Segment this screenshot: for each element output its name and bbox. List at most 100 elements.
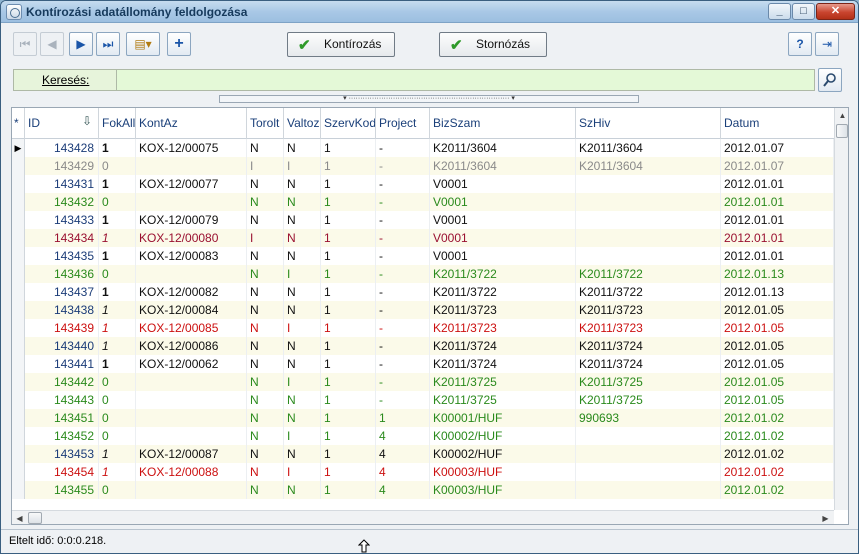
cell-szhiv[interactable]: K2011/3723 bbox=[576, 319, 721, 337]
cell-fokall[interactable]: 1 bbox=[99, 445, 136, 463]
cell-szervkod[interactable]: 1 bbox=[321, 193, 376, 211]
cell-project[interactable]: 4 bbox=[376, 445, 430, 463]
cell-fokall[interactable]: 0 bbox=[99, 427, 136, 445]
cell-project[interactable]: 1 bbox=[376, 409, 430, 427]
cell-id[interactable]: 143439 bbox=[25, 319, 99, 337]
cell-bizszam[interactable]: K00002/HUF bbox=[430, 427, 576, 445]
cell-szervkod[interactable]: 1 bbox=[321, 211, 376, 229]
cell-valtoz[interactable]: I bbox=[284, 157, 321, 175]
cell-project[interactable]: - bbox=[376, 139, 430, 157]
cell-project[interactable]: - bbox=[376, 355, 430, 373]
cell-bizszam[interactable]: V0001 bbox=[430, 175, 576, 193]
cell-szervkod[interactable]: 1 bbox=[321, 427, 376, 445]
table-row[interactable]: 143451 0 N N 1 1 K00001/HUF 990693 2012.01.02 bbox=[12, 409, 834, 427]
cell-szhiv[interactable]: K2011/3725 bbox=[576, 373, 721, 391]
cell-bizszam[interactable]: V0001 bbox=[430, 229, 576, 247]
row-selector[interactable] bbox=[12, 373, 25, 391]
cell-datum[interactable]: 2012.01.02 bbox=[721, 409, 834, 427]
cell-valtoz[interactable]: N bbox=[284, 175, 321, 193]
cell-szhiv[interactable]: K2011/3722 bbox=[576, 283, 721, 301]
cell-torolt[interactable]: I bbox=[247, 157, 284, 175]
cell-datum[interactable]: 2012.01.02 bbox=[721, 481, 834, 499]
row-selector[interactable] bbox=[12, 355, 25, 373]
cell-torolt[interactable]: I bbox=[247, 229, 284, 247]
cell-fokall[interactable]: 1 bbox=[99, 175, 136, 193]
cell-datum[interactable]: 2012.01.05 bbox=[721, 355, 834, 373]
first-record-button[interactable]: ⏮ bbox=[13, 32, 37, 56]
cell-valtoz[interactable]: N bbox=[284, 409, 321, 427]
cell-kontaz[interactable]: KOX-12/00062 bbox=[136, 355, 247, 373]
maximize-button[interactable]: □ bbox=[792, 3, 815, 20]
row-selector[interactable] bbox=[12, 229, 25, 247]
cell-fokall[interactable]: 0 bbox=[99, 391, 136, 409]
help-button[interactable]: ? bbox=[788, 32, 812, 56]
title-bar[interactable]: Kontírozási adatállomány feldolgozása _ … bbox=[1, 1, 858, 23]
cell-bizszam[interactable]: V0001 bbox=[430, 211, 576, 229]
cell-project[interactable]: - bbox=[376, 229, 430, 247]
cell-fokall[interactable]: 1 bbox=[99, 211, 136, 229]
table-row[interactable]: 143432 0 N N 1- V0001 2012.01.01 bbox=[12, 193, 834, 211]
cell-torolt[interactable]: N bbox=[247, 445, 284, 463]
cell-datum[interactable]: 2012.01.13 bbox=[721, 283, 834, 301]
cell-valtoz[interactable]: N bbox=[284, 247, 321, 265]
row-selector[interactable] bbox=[12, 193, 25, 211]
cell-fokall[interactable]: 0 bbox=[99, 481, 136, 499]
cell-project[interactable]: - bbox=[376, 319, 430, 337]
row-selector[interactable] bbox=[12, 283, 25, 301]
table-row[interactable]: 143434 1 KOX-12/00080 I N 1- V0001 2012.01.01 bbox=[12, 229, 834, 247]
cell-kontaz[interactable]: KOX-12/00088 bbox=[136, 463, 247, 481]
cell-valtoz[interactable]: N bbox=[284, 445, 321, 463]
cell-datum[interactable]: 2012.01.05 bbox=[721, 391, 834, 409]
cell-szhiv[interactable]: K2011/3723 bbox=[576, 301, 721, 319]
cell-szhiv[interactable]: 990693 bbox=[576, 409, 721, 427]
cell-kontaz[interactable]: KOX-12/00085 bbox=[136, 319, 247, 337]
cell-torolt[interactable]: N bbox=[247, 427, 284, 445]
column-header-torolt[interactable]: Torolt bbox=[247, 108, 284, 139]
table-row[interactable]: 143453 1 KOX-12/00087 N N 1 4 K00002/HUF 2012.01… bbox=[12, 445, 834, 463]
row-selector[interactable] bbox=[12, 211, 25, 229]
cell-bizszam[interactable]: K2011/3604 bbox=[430, 157, 576, 175]
cell-szhiv[interactable] bbox=[576, 211, 721, 229]
cell-torolt[interactable]: N bbox=[247, 481, 284, 499]
table-row[interactable]: ▶ 143428 1 KOX-12/00075 N N 1- K2011/3604 K2011/… bbox=[12, 139, 834, 157]
cell-valtoz[interactable]: I bbox=[284, 463, 321, 481]
row-selector[interactable] bbox=[12, 409, 25, 427]
row-selector[interactable] bbox=[12, 319, 25, 337]
cell-project[interactable]: - bbox=[376, 391, 430, 409]
cell-szervkod[interactable]: 1 bbox=[321, 391, 376, 409]
cell-datum[interactable]: 2012.01.07 bbox=[721, 157, 834, 175]
cell-kontaz[interactable] bbox=[136, 265, 247, 283]
cell-bizszam[interactable]: K00003/HUF bbox=[430, 481, 576, 499]
cell-bizszam[interactable]: K2011/3722 bbox=[430, 283, 576, 301]
cell-szhiv[interactable]: K2011/3725 bbox=[576, 391, 721, 409]
cell-datum[interactable]: 2012.01.01 bbox=[721, 247, 834, 265]
cell-project[interactable]: - bbox=[376, 265, 430, 283]
cell-szervkod[interactable]: 1 bbox=[321, 301, 376, 319]
row-selector[interactable] bbox=[12, 157, 25, 175]
cell-torolt[interactable]: N bbox=[247, 355, 284, 373]
kontirozas-button[interactable]: ✔ Kontírozás bbox=[287, 32, 395, 57]
cell-kontaz[interactable] bbox=[136, 373, 247, 391]
cell-datum[interactable]: 2012.01.05 bbox=[721, 337, 834, 355]
cell-fokall[interactable]: 1 bbox=[99, 463, 136, 481]
exit-button[interactable]: ⇥ bbox=[815, 32, 839, 56]
cell-datum[interactable]: 2012.01.02 bbox=[721, 463, 834, 481]
row-selector[interactable] bbox=[12, 481, 25, 499]
cell-id[interactable]: 143440 bbox=[25, 337, 99, 355]
cell-bizszam[interactable]: K2011/3725 bbox=[430, 391, 576, 409]
row-selector[interactable] bbox=[12, 427, 25, 445]
cell-kontaz[interactable] bbox=[136, 193, 247, 211]
cell-torolt[interactable]: N bbox=[247, 337, 284, 355]
cell-bizszam[interactable]: K00003/HUF bbox=[430, 463, 576, 481]
cell-szervkod[interactable]: 1 bbox=[321, 337, 376, 355]
cell-valtoz[interactable]: N bbox=[284, 211, 321, 229]
row-selector[interactable] bbox=[12, 247, 25, 265]
cell-fokall[interactable]: 1 bbox=[99, 337, 136, 355]
cell-kontaz[interactable]: KOX-12/00077 bbox=[136, 175, 247, 193]
cell-fokall[interactable]: 0 bbox=[99, 373, 136, 391]
cell-torolt[interactable]: N bbox=[247, 301, 284, 319]
cell-torolt[interactable]: N bbox=[247, 175, 284, 193]
cell-valtoz[interactable]: N bbox=[284, 481, 321, 499]
column-header-szervkod[interactable]: SzervKod bbox=[321, 108, 376, 139]
cell-fokall[interactable]: 1 bbox=[99, 139, 136, 157]
